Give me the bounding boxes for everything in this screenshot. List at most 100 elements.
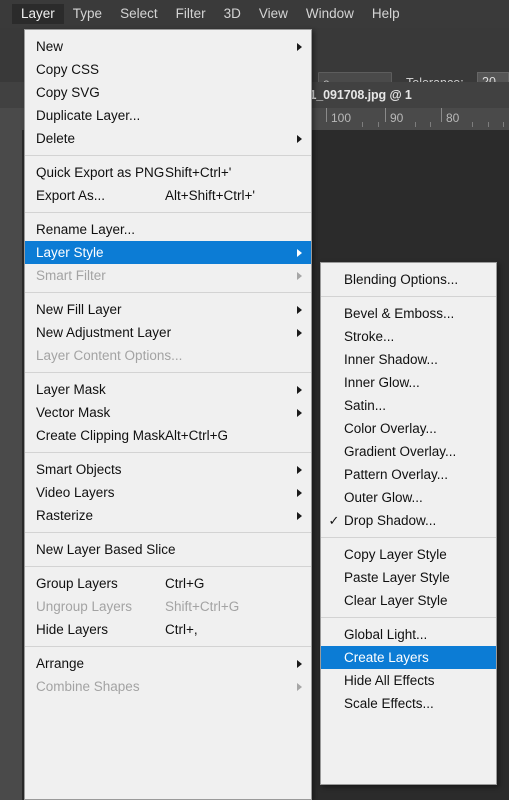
triangle-right-icon [297, 511, 302, 520]
menubar-item-layer[interactable]: Layer [12, 3, 64, 25]
layer-menu-item-duplicate-layer[interactable]: Duplicate Layer... [25, 104, 311, 127]
menu-item-label: Paste Layer Style [344, 569, 450, 585]
layer-menu-panel[interactable]: New Copy CSS Copy SVG Duplicate Layer... Del… [24, 29, 312, 800]
layer-menu-item-smart-filter: Smart Filter [25, 264, 311, 287]
menubar-item-filter[interactable]: Filter [167, 4, 215, 25]
triangle-right-icon [297, 328, 302, 337]
layer-style-item-drop-shadow[interactable]: ✓ Drop Shadow... [321, 509, 496, 532]
menubar-item-3d[interactable]: 3D [215, 4, 250, 25]
menu-item-label: Layer Content Options... [36, 347, 183, 363]
layer-menu-item-layer-style[interactable]: Layer Style [25, 241, 311, 264]
layer-style-item-hide-all-effects[interactable]: Hide All Effects [321, 669, 496, 692]
layer-style-item-inner-shadow[interactable]: Inner Shadow... [321, 348, 496, 371]
layer-menu-item-new[interactable]: New [25, 35, 311, 58]
layer-style-item-copy-layer-style[interactable]: Copy Layer Style [321, 543, 496, 566]
menu-item-label: Pattern Overlay... [344, 466, 449, 482]
triangle-right-icon [297, 248, 302, 257]
layer-style-item-scale-effects[interactable]: Scale Effects... [321, 692, 496, 715]
menu-item-shortcut: Shift+Ctrl+' [165, 164, 232, 180]
menu-item-label: Inner Glow... [344, 374, 420, 390]
layer-style-item-gradient-overlay[interactable]: Gradient Overlay... [321, 440, 496, 463]
menu-item-label: Copy Layer Style [344, 546, 447, 562]
triangle-right-icon [297, 408, 302, 417]
layer-style-item-stroke[interactable]: Stroke... [321, 325, 496, 348]
triangle-right-icon [297, 488, 302, 497]
layer-style-item-create-layers[interactable]: Create Layers [321, 646, 496, 669]
menu-separator [25, 452, 311, 453]
triangle-right-icon [297, 271, 302, 280]
layer-menu-item-vector-mask[interactable]: Vector Mask [25, 401, 311, 424]
ruler-tick [362, 122, 363, 127]
triangle-right-icon [297, 134, 302, 143]
ruler-tick [385, 108, 386, 122]
menu-item-label: Hide Layers [36, 621, 109, 637]
layer-style-item-outer-glow[interactable]: Outer Glow... [321, 486, 496, 509]
menu-separator [321, 617, 496, 618]
layer-menu-item-new-fill-layer[interactable]: New Fill Layer [25, 298, 311, 321]
menu-item-label: Smart Objects [36, 461, 122, 477]
layer-menu-item-new-layer-based-slice[interactable]: New Layer Based Slice [25, 538, 311, 561]
triangle-right-icon [297, 385, 302, 394]
check-icon: ✓ [328, 513, 340, 528]
layer-style-item-bevel-and-emboss[interactable]: Bevel & Emboss... [321, 302, 496, 325]
menu-item-label: Rename Layer... [36, 221, 136, 237]
layer-menu-item-delete[interactable]: Delete [25, 127, 311, 150]
menu-item-label: Smart Filter [36, 267, 106, 283]
menu-separator [25, 212, 311, 213]
layer-style-submenu-panel[interactable]: Blending Options... Bevel & Emboss... Stro… [320, 262, 497, 785]
menubar-item-window[interactable]: Window [297, 4, 363, 25]
menu-item-label: New Fill Layer [36, 301, 122, 317]
menu-item-label: Hide All Effects [344, 672, 435, 688]
menubar-item-help[interactable]: Help [363, 4, 409, 25]
ruler-tick [430, 122, 431, 127]
layer-style-submenu-item-list: Blending Options... Bevel & Emboss... Stro… [321, 268, 496, 715]
layer-menu-item-arrange[interactable]: Arrange [25, 652, 311, 675]
layer-menu-item-layer-mask[interactable]: Layer Mask [25, 378, 311, 401]
layer-style-item-clear-layer-style[interactable]: Clear Layer Style [321, 589, 496, 612]
layer-style-item-global-light[interactable]: Global Light... [321, 623, 496, 646]
layer-menu-item-new-adjustment-layer[interactable]: New Adjustment Layer [25, 321, 311, 344]
layer-menu-item-layer-content-options: Layer Content Options... [25, 344, 311, 367]
menu-item-label: Inner Shadow... [344, 351, 438, 367]
menu-item-label: Ungroup Layers [36, 598, 133, 614]
layer-menu-item-rasterize[interactable]: Rasterize [25, 504, 311, 527]
menubar-item-type[interactable]: Type [64, 4, 111, 25]
layer-menu-item-group-layers[interactable]: Group Layers Ctrl+G [25, 572, 311, 595]
layer-style-item-color-overlay[interactable]: Color Overlay... [321, 417, 496, 440]
layer-menu-item-quick-export-as-png[interactable]: Quick Export as PNG Shift+Ctrl+' [25, 161, 311, 184]
menu-item-label: Clear Layer Style [344, 592, 448, 608]
menu-item-label: Vector Mask [36, 404, 111, 420]
menu-item-label: Delete [36, 130, 76, 146]
menu-item-label: Arrange [36, 655, 85, 671]
menubar-item-view[interactable]: View [250, 4, 297, 25]
layer-menu-item-create-clipping-mask[interactable]: Create Clipping Mask Alt+Ctrl+G [25, 424, 311, 447]
menu-item-shortcut: Alt+Ctrl+G [165, 427, 229, 443]
ruler-tick [415, 122, 416, 127]
ruler-tick [503, 122, 504, 127]
layer-style-item-paste-layer-style[interactable]: Paste Layer Style [321, 566, 496, 589]
ruler-tick [488, 122, 489, 127]
layer-menu-item-hide-layers[interactable]: Hide Layers Ctrl+, [25, 618, 311, 641]
ruler-tick [378, 122, 379, 127]
layer-style-item-pattern-overlay[interactable]: Pattern Overlay... [321, 463, 496, 486]
layer-style-item-inner-glow[interactable]: Inner Glow... [321, 371, 496, 394]
layer-menu-item-copy-svg[interactable]: Copy SVG [25, 81, 311, 104]
menu-item-label: New Adjustment Layer [36, 324, 172, 340]
layer-style-item-blending-options[interactable]: Blending Options... [321, 268, 496, 291]
menu-item-label: Combine Shapes [36, 678, 140, 694]
layer-menu-item-video-layers[interactable]: Video Layers [25, 481, 311, 504]
layer-style-item-satin[interactable]: Satin... [321, 394, 496, 417]
layer-menu-item-smart-objects[interactable]: Smart Objects [25, 458, 311, 481]
layer-menu-item-export-as[interactable]: Export As... Alt+Shift+Ctrl+' [25, 184, 311, 207]
menu-item-shortcut: Ctrl+G [165, 575, 205, 591]
menu-item-label: Rasterize [36, 507, 94, 523]
ruler-tick-label: 100 [331, 111, 352, 125]
ruler-tick-label: 90 [390, 111, 404, 125]
layer-menu-item-ungroup-layers: Ungroup Layers Shift+Ctrl+G [25, 595, 311, 618]
menu-item-label: Create Layers [344, 649, 429, 665]
menubar-item-select[interactable]: Select [111, 4, 167, 25]
menu-item-label: Video Layers [36, 484, 115, 500]
application-menu-bar: Layer Type Select Filter 3D View Window … [0, 0, 509, 28]
layer-menu-item-rename-layer[interactable]: Rename Layer... [25, 218, 311, 241]
layer-menu-item-copy-css[interactable]: Copy CSS [25, 58, 311, 81]
